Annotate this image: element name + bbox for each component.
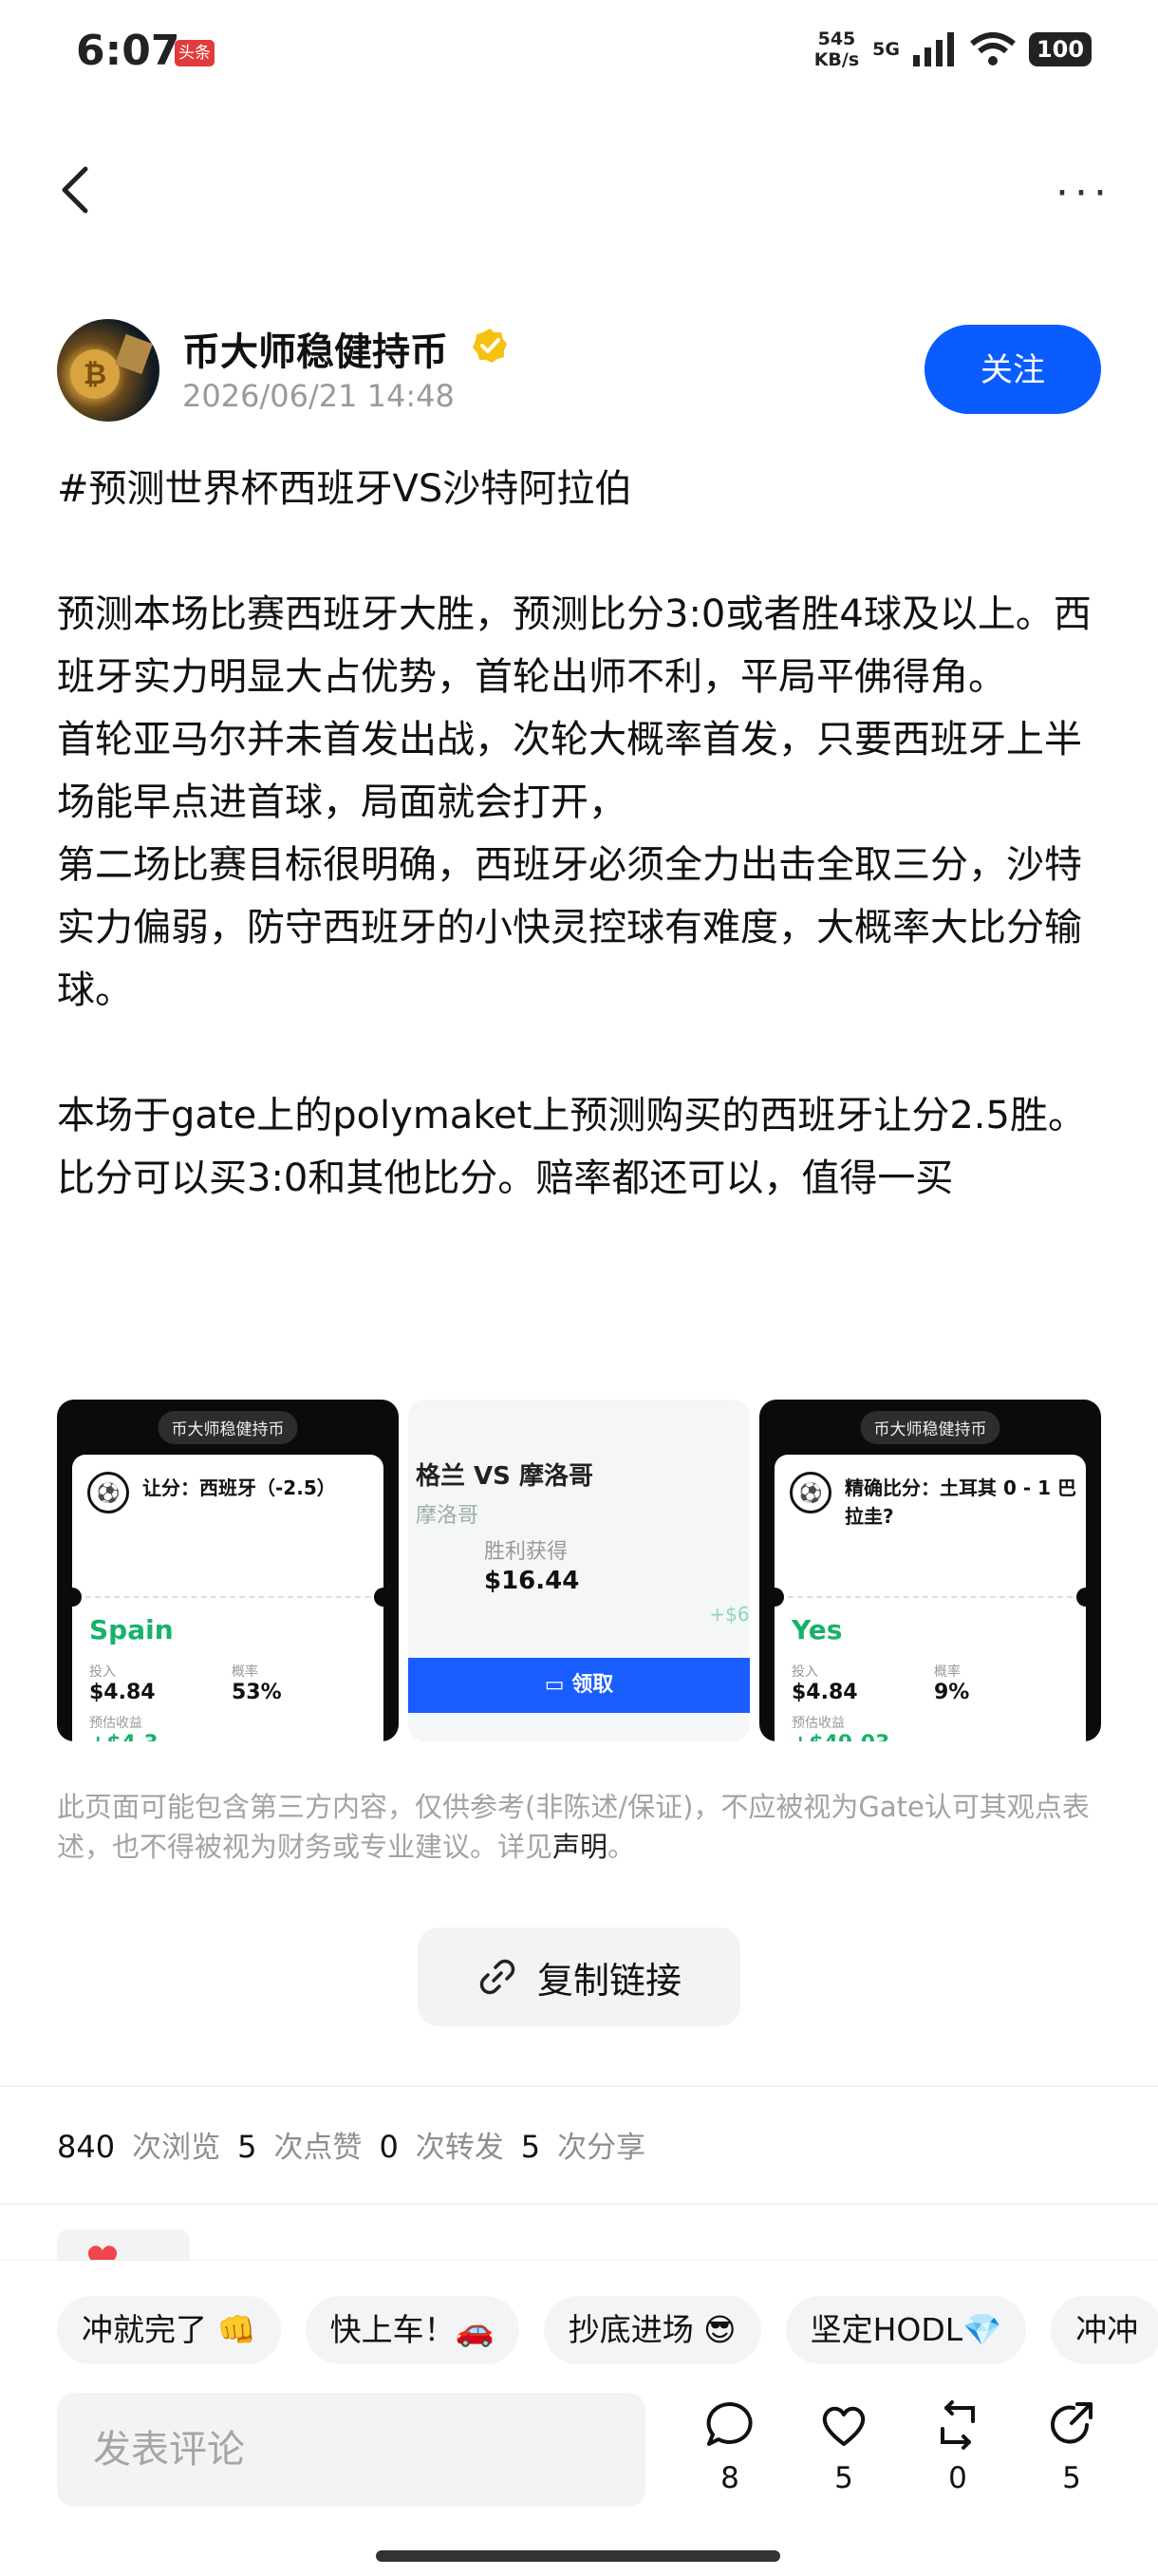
heart-outline-icon <box>822 2406 866 2446</box>
payout-value: +$49.03 <box>792 1732 889 1741</box>
battery-icon: 100 <box>1029 32 1092 66</box>
like-count: 5 <box>834 2461 853 2495</box>
payout-value: +$4.3 <box>89 1732 159 1741</box>
home-indicator[interactable] <box>376 2550 780 2562</box>
link-icon <box>479 1959 515 1995</box>
shares-label: 次分享 <box>557 2131 646 2165</box>
shares-count: 5 <box>520 2129 541 2165</box>
disclaimer-link[interactable]: 声明 <box>552 1831 607 1863</box>
views-count: 840 <box>57 2129 116 2165</box>
win-plus: +$6. <box>709 1603 750 1626</box>
share-count: 5 <box>1062 2461 1081 2495</box>
like-action[interactable]: 5 <box>811 2398 877 2495</box>
svg-text:₿: ₿ <box>84 358 106 391</box>
more-button[interactable]: ··· <box>1055 169 1112 217</box>
bet-ticket: ⚽ 让分：西班牙（-2.5） Spain 投入 $4.84 概率 53% 预估收… <box>63 1455 393 1741</box>
image-watermark: 币大师稳健持币 <box>860 1411 1000 1444</box>
image-watermark: 币大师稳健持币 <box>158 1411 298 1444</box>
stake-value: $4.84 <box>792 1681 858 1704</box>
stake-value: $4.84 <box>89 1681 156 1704</box>
prob-value: 9% <box>934 1681 970 1704</box>
reaction-chip[interactable]: 抄底进场 😎 <box>543 2296 761 2364</box>
soccer-ball-icon: ⚽ <box>790 1472 831 1514</box>
comment-action[interactable]: 8 <box>697 2398 763 2495</box>
follow-button[interactable]: 关注 <box>925 325 1101 414</box>
share-icon <box>1051 2402 1093 2444</box>
reposts-label: 次转发 <box>415 2131 504 2165</box>
disclaimer-end: 。 <box>607 1831 636 1863</box>
author-name[interactable]: 币大师稳健持币 <box>182 321 448 376</box>
match-title: 格兰 VS 摩洛哥 <box>416 1462 593 1491</box>
disclaimer: 此页面可能包含第三方内容，仅供参考(非陈述/保证)，不应被视为Gate认可其观点… <box>57 1787 1101 1867</box>
stake-label: 投入 <box>89 1664 116 1680</box>
quick-reactions: 冲就完了 👊 快上车！🚗 抄底进场 😎 坚定HODL💎 冲冲 <box>57 2296 1158 2364</box>
prob-label: 概率 <box>934 1664 961 1680</box>
post-paragraph: 本场于gate上的polymaket上预测购买的西班牙让分2.5胜。比分可以买3… <box>57 1094 1086 1200</box>
reaction-chip[interactable]: 冲冲 <box>1051 2296 1158 2364</box>
repost-icon <box>941 2400 975 2450</box>
post-stats: 840 次浏览 5 次点赞 0 次转发 5 次分享 <box>57 2123 645 2166</box>
payout-label: 预估收益 <box>792 1716 845 1731</box>
verified-badge-icon <box>473 329 507 363</box>
ticket-icon: ▭ <box>544 1673 572 1697</box>
ticket-title: 精确比分：土耳其 0 - 1 巴拉圭? <box>845 1476 1076 1528</box>
image-card-2[interactable]: 格兰 VS 摩洛哥 摩洛哥 胜利获得 $16.44 +$6. ▭ 领取 <box>408 1400 750 1741</box>
bet-ticket: ⚽ 精确比分：土耳其 0 - 1 巴拉圭? Yes 投入 $4.84 概率 9%… <box>765 1455 1095 1741</box>
ticket-pick: Spain <box>89 1614 174 1645</box>
divider <box>0 2085 1158 2087</box>
post-hashtag[interactable]: #预测世界杯西班牙VS沙特阿拉伯 <box>57 458 1101 520</box>
post-paragraph: 首轮亚马尔并未首发出战，次轮大概率首发，只要西班牙上半场能早点进首球，局面就会打… <box>57 718 1082 824</box>
claim-label: 领取 <box>571 1673 614 1697</box>
likes-label: 次点赞 <box>273 2131 363 2165</box>
reaction-chip[interactable]: 冲就完了 👊 <box>57 2296 281 2364</box>
avatar[interactable]: ₿ <box>57 319 159 422</box>
post-paragraph: 第二场比赛目标很明确，西班牙必须全力出击全取三分，沙特实力偏弱，防守西班牙的小快… <box>57 843 1082 1012</box>
win-label: 胜利获得 <box>484 1540 569 1564</box>
repost-count: 0 <box>948 2461 967 2495</box>
post-images: 币大师稳健持币 ⚽ 让分：西班牙（-2.5） Spain 投入 $4.84 概率… <box>57 1400 1101 1741</box>
status-badge: 头条 <box>175 40 215 66</box>
copy-link-label: 复制链接 <box>536 1959 682 2002</box>
back-button[interactable] <box>53 161 101 218</box>
share-action[interactable]: 5 <box>1038 2398 1105 2495</box>
network-type: 5G <box>872 39 900 60</box>
repost-action[interactable]: 0 <box>925 2398 991 2495</box>
network-speed: 545 KB/s <box>814 28 859 70</box>
more-horizontal-icon: ··· <box>1055 169 1112 217</box>
stake-label: 投入 <box>792 1664 818 1680</box>
reaction-chip[interactable]: 快上车！🚗 <box>305 2296 519 2364</box>
post-paragraph: 预测本场比赛西班牙大胜，预测比分3:0或者胜4球及以上。西班牙实力明显大占优势，… <box>57 592 1092 699</box>
soccer-ball-icon: ⚽ <box>87 1472 129 1514</box>
views-label: 次浏览 <box>132 2131 221 2165</box>
payout-label: 预估收益 <box>89 1716 142 1731</box>
reaction-chip[interactable]: 坚定HODL💎 <box>785 2296 1027 2364</box>
comment-count: 8 <box>720 2461 739 2495</box>
chevron-left-icon <box>62 166 88 214</box>
speed-unit: KB/s <box>813 49 860 70</box>
bitcoin-avatar-icon: ₿ <box>70 333 153 399</box>
win-value: $16.44 <box>484 1567 580 1595</box>
match-subtitle: 摩洛哥 <box>416 1504 479 1528</box>
comment-input[interactable]: 发表评论 <box>57 2393 645 2507</box>
divider <box>0 2203 1158 2205</box>
image-card-1[interactable]: 币大师稳健持币 ⚽ 让分：西班牙（-2.5） Spain 投入 $4.84 概率… <box>57 1400 399 1741</box>
wifi-icon <box>970 32 1016 66</box>
ticket-title: 让分：西班牙（-2.5） <box>142 1476 336 1499</box>
speed-value: 545 <box>817 28 856 49</box>
reposts-count: 0 <box>379 2129 399 2165</box>
ticket-pick: Yes <box>792 1614 843 1645</box>
prob-value: 53% <box>232 1681 282 1704</box>
status-icons: 545 KB/s 5G 100 <box>814 28 1092 70</box>
status-time: 6:07 <box>76 27 180 75</box>
signal-icon <box>913 32 954 66</box>
post-content: #预测世界杯西班牙VS沙特阿拉伯 预测本场比赛西班牙大胜，预测比分3:0或者胜4… <box>57 458 1101 1210</box>
claim-button: ▭ 领取 <box>408 1658 750 1713</box>
prob-label: 概率 <box>232 1664 258 1680</box>
comment-icon <box>706 2401 753 2446</box>
likes-count: 5 <box>237 2129 257 2165</box>
copy-link-button[interactable]: 复制链接 <box>418 1927 740 2026</box>
post-date: 2026/06/21 14:48 <box>182 378 455 414</box>
image-card-3[interactable]: 币大师稳健持币 ⚽ 精确比分：土耳其 0 - 1 巴拉圭? Yes 投入 $4.… <box>759 1400 1101 1741</box>
